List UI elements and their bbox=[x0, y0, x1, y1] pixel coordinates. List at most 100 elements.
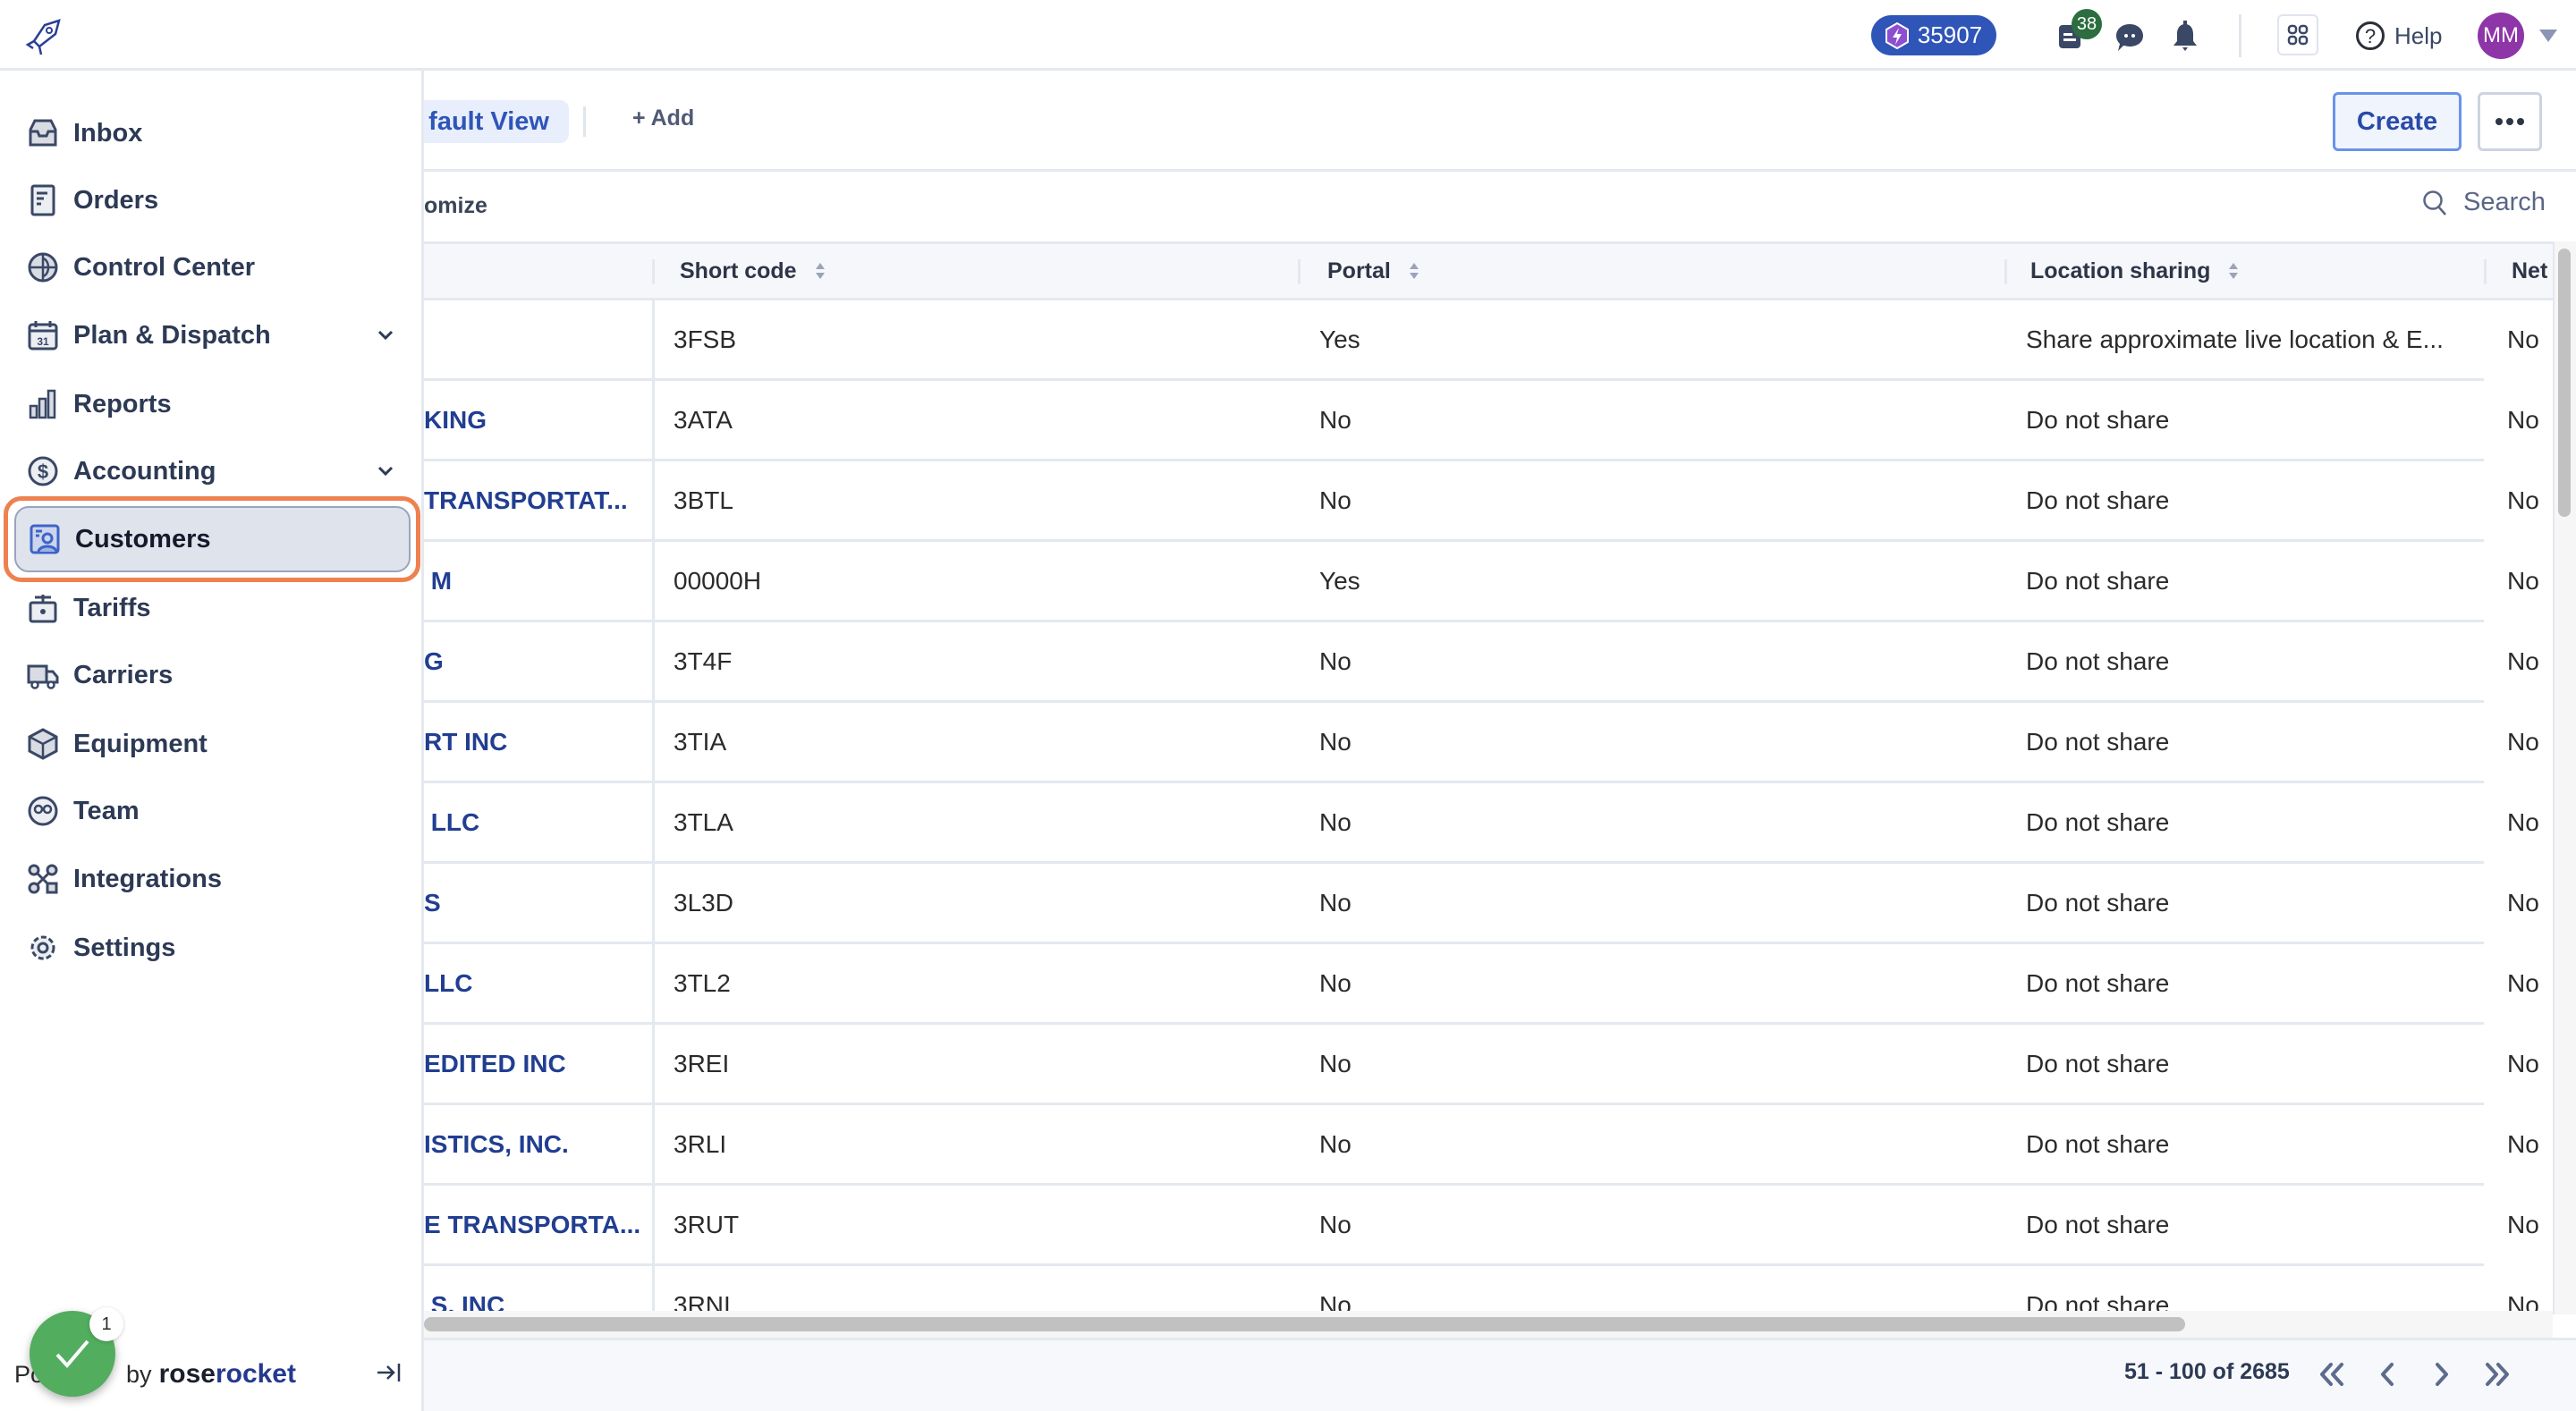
powered-by-by: by bbox=[126, 1361, 152, 1388]
table-row[interactable]: S, INC 3RNI No Do not share No bbox=[424, 1266, 2539, 1312]
net-cell: No bbox=[2507, 968, 2539, 997]
net-cell: No bbox=[2507, 888, 2539, 917]
horizontal-scrollbar[interactable] bbox=[424, 1311, 2553, 1338]
customer-name-link[interactable]: S, INC bbox=[424, 1266, 652, 1312]
customer-name-link[interactable]: LLC bbox=[424, 783, 652, 861]
location-sharing-cell: Do not share bbox=[2026, 646, 2170, 675]
sidebar-item-control-center[interactable]: Control Center bbox=[14, 235, 411, 300]
table-row[interactable]: 3FSB Yes Share approximate live location &… bbox=[424, 300, 2539, 381]
net-cell: No bbox=[2507, 1129, 2539, 1158]
net-cell: No bbox=[2507, 807, 2539, 836]
create-button[interactable]: Create bbox=[2333, 92, 2462, 151]
bell-icon[interactable] bbox=[2172, 20, 2199, 52]
toast-count-badge: 1 bbox=[89, 1307, 123, 1341]
customer-name-link[interactable] bbox=[424, 300, 652, 378]
portal-cell: Yes bbox=[1319, 566, 1360, 595]
location-sharing-cell: Do not share bbox=[2026, 1049, 2170, 1077]
table-row[interactable]: EDITED INC 3REI No Do not share No bbox=[424, 1025, 2539, 1105]
caret-down-icon[interactable] bbox=[2538, 29, 2558, 43]
customer-name-link[interactable]: EDITED INC bbox=[424, 1025, 652, 1103]
location-sharing-cell: Do not share bbox=[2026, 486, 2170, 514]
short-code-cell: 3RLI bbox=[674, 1129, 727, 1158]
location-sharing-cell: Do not share bbox=[2026, 807, 2170, 836]
tab-default-view[interactable]: fault View bbox=[424, 100, 569, 143]
column-header-location-sharing[interactable]: Location sharing bbox=[2030, 243, 2239, 299]
table-row[interactable]: LLC 3TL2 No Do not share No bbox=[424, 944, 2539, 1025]
sidebar-item-orders[interactable]: Orders bbox=[14, 168, 411, 232]
orders-icon bbox=[27, 184, 59, 216]
next-page-icon[interactable] bbox=[2436, 1363, 2448, 1386]
help-button[interactable]: ? Help bbox=[2355, 18, 2442, 54]
location-sharing-cell: Do not share bbox=[2026, 1129, 2170, 1158]
location-sharing-cell: Share approximate live location & E... bbox=[2026, 325, 2444, 353]
add-view-button[interactable]: + Add bbox=[632, 106, 694, 131]
table-row[interactable]: RT INC 3TIA No Do not share No bbox=[424, 703, 2539, 783]
horizontal-scroll-thumb[interactable] bbox=[424, 1317, 2185, 1331]
divider bbox=[424, 169, 2576, 172]
divider bbox=[583, 106, 586, 137]
customer-name-link[interactable]: ISTICS, INC. bbox=[424, 1105, 652, 1183]
table-row[interactable]: TRANSPORTAT... 3BTL No Do not share No bbox=[424, 461, 2539, 542]
column-divider[interactable] bbox=[652, 259, 655, 284]
short-code-cell: 3ATA bbox=[674, 405, 733, 434]
column-header-net[interactable]: Net bbox=[2512, 243, 2553, 299]
customize-button[interactable]: omize bbox=[424, 193, 496, 219]
location-sharing-cell: Do not share bbox=[2026, 1210, 2170, 1238]
more-options-button[interactable] bbox=[2478, 92, 2542, 151]
column-divider[interactable] bbox=[2484, 259, 2487, 284]
portal-cell: No bbox=[1319, 727, 1352, 756]
table-row[interactable]: ISTICS, INC. 3RLI No Do not share No bbox=[424, 1105, 2539, 1186]
table-row[interactable]: S 3L3D No Do not share No bbox=[424, 864, 2539, 944]
table-row[interactable]: KING 3ATA No Do not share No bbox=[424, 381, 2539, 461]
short-code-cell: 3RNI bbox=[674, 1290, 731, 1312]
portal-cell: No bbox=[1319, 1049, 1352, 1077]
customer-name-link[interactable]: G bbox=[424, 622, 652, 700]
customer-name-link[interactable]: LLC bbox=[424, 944, 652, 1022]
table-row[interactable]: M 00000H Yes Do not share No bbox=[424, 542, 2539, 622]
sort-icon[interactable] bbox=[2228, 261, 2239, 281]
customer-name-link[interactable]: S bbox=[424, 864, 652, 942]
column-header-label: Short code bbox=[680, 258, 797, 283]
location-sharing-cell: Do not share bbox=[2026, 888, 2170, 917]
last-page-icon[interactable] bbox=[2486, 1363, 2509, 1386]
roserocket-logo: roserocket bbox=[158, 1359, 296, 1389]
column-divider[interactable] bbox=[1298, 259, 1301, 284]
search-input[interactable]: Search bbox=[2422, 188, 2546, 217]
top-bar: 35907 38 ? Help MM bbox=[0, 0, 2576, 71]
customer-name-link[interactable]: TRANSPORTAT... bbox=[424, 461, 652, 539]
pagination-controls bbox=[2320, 1363, 2509, 1386]
net-cell: No bbox=[2507, 1049, 2539, 1077]
vertical-scrollbar[interactable] bbox=[2553, 241, 2576, 1314]
portal-cell: No bbox=[1319, 807, 1352, 836]
column-header-short-code[interactable]: Short code bbox=[680, 243, 826, 299]
chat-icon[interactable] bbox=[2114, 21, 2145, 54]
previous-page-icon[interactable] bbox=[2381, 1363, 2394, 1386]
collapse-sidebar-icon[interactable] bbox=[376, 1361, 402, 1384]
portal-cell: No bbox=[1319, 888, 1352, 917]
rocket-logo-icon[interactable] bbox=[25, 18, 63, 57]
short-code-cell: 00000H bbox=[674, 566, 762, 595]
portal-cell: No bbox=[1319, 405, 1352, 434]
svg-text:?: ? bbox=[2365, 25, 2376, 47]
checkmark-icon bbox=[55, 1339, 89, 1369]
customer-name-link[interactable]: M bbox=[424, 542, 652, 620]
search-icon bbox=[2423, 190, 2446, 215]
sidebar-item-inbox[interactable]: Inbox bbox=[14, 101, 411, 165]
user-avatar[interactable]: MM bbox=[2478, 13, 2524, 59]
table-row[interactable]: E TRANSPORTA... 3RUT No Do not share No bbox=[424, 1186, 2539, 1266]
apps-grid-button[interactable] bbox=[2277, 14, 2318, 55]
sort-icon[interactable] bbox=[1409, 261, 1419, 281]
table-row[interactable]: LLC 3TLA No Do not share No bbox=[424, 783, 2539, 864]
column-divider[interactable] bbox=[2004, 259, 2007, 284]
customer-name-link[interactable]: E TRANSPORTA... bbox=[424, 1186, 652, 1263]
customer-name-link[interactable]: RT INC bbox=[424, 703, 652, 781]
sort-icon[interactable] bbox=[815, 261, 826, 281]
table-row[interactable]: G 3T4F No Do not share No bbox=[424, 622, 2539, 703]
points-value: 35907 bbox=[1917, 21, 1983, 48]
first-page-icon[interactable] bbox=[2320, 1363, 2343, 1386]
vertical-scroll-thumb[interactable] bbox=[2558, 249, 2571, 517]
net-cell: No bbox=[2507, 325, 2539, 353]
points-badge[interactable]: 35907 bbox=[1871, 15, 1996, 55]
customer-name-link[interactable]: KING bbox=[424, 381, 652, 459]
column-header-portal[interactable]: Portal bbox=[1327, 243, 1419, 299]
